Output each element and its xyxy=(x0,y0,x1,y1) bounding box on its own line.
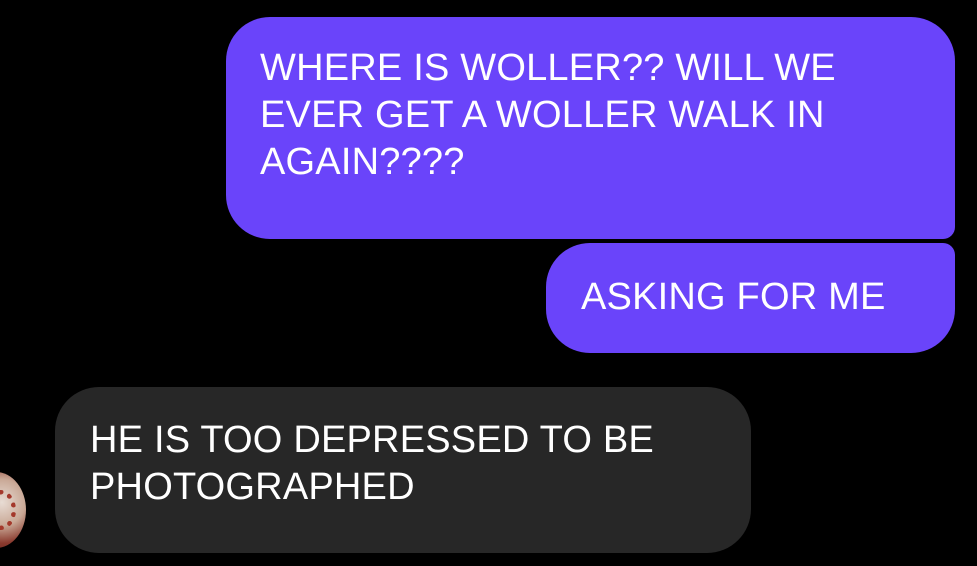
message-thread: WHERE IS WOLLER?? WILL WE EVER GET A WOL… xyxy=(0,0,977,566)
avatar-photo-icon xyxy=(0,490,16,530)
received-message-bubble[interactable]: HE IS TOO DEPRESSED TO BE PHOTOGRAPHED xyxy=(55,387,751,553)
sent-message-bubble[interactable]: ASKING FOR ME xyxy=(546,243,955,353)
sender-avatar[interactable] xyxy=(0,472,26,548)
sent-message-bubble[interactable]: WHERE IS WOLLER?? WILL WE EVER GET A WOL… xyxy=(226,17,955,239)
